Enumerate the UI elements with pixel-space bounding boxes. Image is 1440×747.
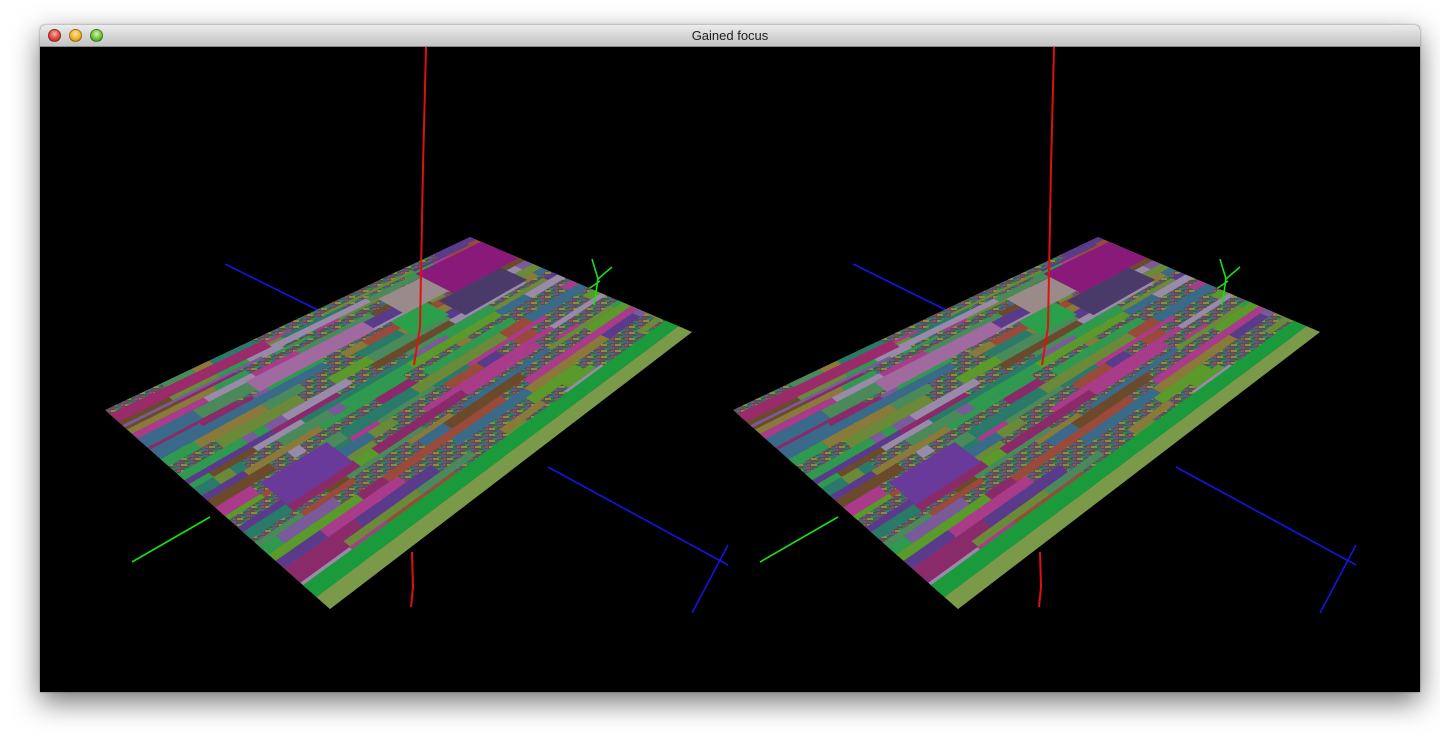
right-eye-view	[733, 47, 1357, 614]
scene-canvas[interactable]	[40, 47, 1420, 692]
y-axis-label-mark	[591, 258, 613, 281]
window-title: Gained focus	[691, 28, 769, 43]
vertical-axis-bottom	[410, 551, 415, 608]
y-axis-front	[759, 516, 839, 563]
left-eye-view	[105, 47, 729, 614]
title-bar[interactable]: Gained focus	[40, 25, 1420, 47]
x-axis-back	[224, 263, 321, 312]
x-axis-back	[852, 263, 949, 312]
y-axis-front	[131, 516, 211, 563]
x-axis-front	[547, 466, 729, 566]
vertical-axis-bottom	[1038, 551, 1043, 608]
stereo-3d-viewport[interactable]	[40, 47, 1420, 692]
y-axis-label-mark	[1219, 258, 1241, 281]
x-axis-front	[1175, 466, 1357, 566]
app-window: Gained focus	[40, 25, 1420, 692]
